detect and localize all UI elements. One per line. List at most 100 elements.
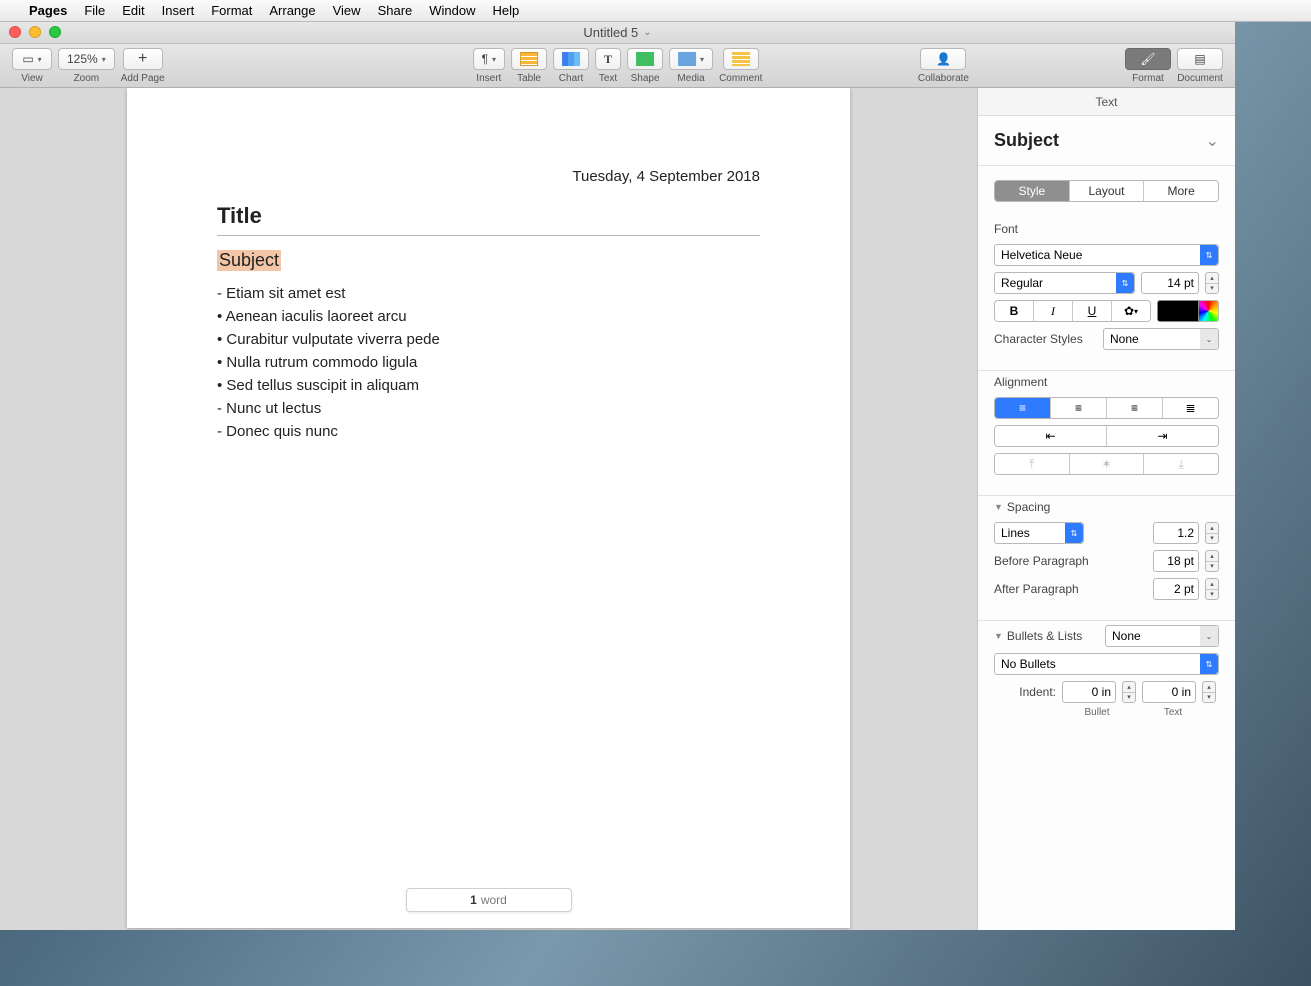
window-close-button[interactable]	[9, 26, 21, 38]
menu-share[interactable]: Share	[378, 3, 413, 18]
list-item[interactable]: Sed tellus suscipit in aliquam	[217, 377, 760, 394]
char-styles-label: Character Styles	[994, 332, 1097, 346]
align-center-button[interactable]: ≡	[1051, 398, 1107, 418]
italic-button[interactable]: I	[1034, 301, 1073, 321]
menu-edit[interactable]: Edit	[122, 3, 144, 18]
toolbar: ▭▾ View 125%▾ Zoom + Add Page ¶ ▾Insert …	[0, 44, 1235, 88]
indent-button[interactable]: ⇥	[1107, 426, 1218, 446]
indent-label: Indent:	[994, 685, 1056, 699]
bullets-section-label[interactable]: ▼Bullets & Lists	[994, 629, 1099, 643]
collaborate-button[interactable]: 👤	[920, 48, 966, 70]
font-size-field[interactable]: 14 pt	[1141, 272, 1199, 294]
inspector-tab-text[interactable]: Text	[978, 88, 1235, 116]
align-left-button[interactable]: ≡	[995, 398, 1051, 418]
outdent-button[interactable]: ⇤	[995, 426, 1107, 446]
paragraph-style-chevron-icon[interactable]: ⌄	[1206, 131, 1219, 151]
format-button[interactable]: 🖌	[1125, 48, 1171, 70]
comment-button[interactable]	[723, 48, 759, 70]
shape-button[interactable]	[627, 48, 663, 70]
underline-button[interactable]: U	[1073, 301, 1112, 321]
doc-body[interactable]: Etiam sit amet est Aenean iaculis laoreet…	[217, 285, 760, 440]
before-para-field[interactable]: 18 pt	[1153, 550, 1199, 572]
add-page-button[interactable]: +	[123, 48, 163, 70]
list-item[interactable]: Nulla rutrum commodo ligula	[217, 354, 760, 371]
subtab-style[interactable]: Style	[995, 181, 1070, 201]
menu-window[interactable]: Window	[429, 3, 475, 18]
before-para-stepper[interactable]: ▴▾	[1205, 550, 1219, 572]
subtab-layout[interactable]: Layout	[1070, 181, 1145, 201]
text-button[interactable]: T	[595, 48, 621, 70]
menu-help[interactable]: Help	[493, 3, 520, 18]
menu-file[interactable]: File	[84, 3, 105, 18]
insert-button[interactable]: ¶ ▾	[473, 48, 505, 70]
font-family-select[interactable]: Helvetica Neue⇅	[994, 244, 1219, 266]
align-right-button[interactable]: ≡	[1107, 398, 1163, 418]
document-canvas[interactable]: Tuesday, 4 September 2018 Title Subject …	[0, 88, 977, 930]
paragraph-style-name[interactable]: Subject	[994, 130, 1059, 151]
text-color-wheel-button[interactable]	[1199, 300, 1219, 322]
media-button[interactable]: ▾	[669, 48, 713, 70]
list-item[interactable]: Aenean iaculis laoreet arcu	[217, 308, 760, 325]
menu-arrange[interactable]: Arrange	[269, 3, 315, 18]
chart-button[interactable]	[553, 48, 589, 70]
font-style-select[interactable]: Regular⇅	[994, 272, 1135, 294]
after-para-label: After Paragraph	[994, 582, 1147, 596]
text-indent-stepper[interactable]: ▴▾	[1202, 681, 1216, 703]
after-para-field[interactable]: 2 pt	[1153, 578, 1199, 600]
menu-format[interactable]: Format	[211, 3, 252, 18]
valign-top-button[interactable]: ⤒	[995, 454, 1070, 474]
list-item[interactable]: Donec quis nunc	[217, 423, 760, 440]
title-dropdown-icon[interactable]: ⌄	[643, 27, 651, 38]
word-count-pill[interactable]: 1word	[406, 888, 572, 912]
char-styles-select[interactable]: None⌄	[1103, 328, 1219, 350]
window-title[interactable]: Untitled 5	[583, 25, 638, 40]
text-sublabel: Text	[1138, 707, 1208, 718]
bold-button[interactable]: B	[995, 301, 1034, 321]
list-item[interactable]: Nunc ut lectus	[217, 400, 760, 417]
mac-menubar: Pages File Edit Insert Format Arrange Vi…	[0, 0, 1311, 22]
font-section-label: Font	[994, 222, 1219, 236]
bullet-sublabel: Bullet	[1062, 707, 1132, 718]
doc-subject-selected[interactable]: Subject	[217, 250, 281, 271]
page[interactable]: Tuesday, 4 September 2018 Title Subject …	[127, 88, 850, 928]
valign-bottom-button[interactable]: ⤓	[1144, 454, 1218, 474]
pages-window: Untitled 5 ⌄ ▭▾ View 125%▾ Zoom + Add Pa…	[0, 22, 1235, 930]
font-size-stepper[interactable]: ▴▾	[1205, 272, 1219, 294]
align-justify-button[interactable]: ≣	[1163, 398, 1218, 418]
text-indent-field[interactable]: 0 in	[1142, 681, 1196, 703]
menu-insert[interactable]: Insert	[162, 3, 195, 18]
spacing-value-field[interactable]: 1.2	[1153, 522, 1199, 544]
list-item[interactable]: Curabitur vulputate viverra pede	[217, 331, 760, 348]
inspector-subtabs: Style Layout More	[994, 180, 1219, 202]
subtab-more[interactable]: More	[1144, 181, 1218, 201]
bullet-indent-field[interactable]: 0 in	[1062, 681, 1116, 703]
window-minimize-button[interactable]	[29, 26, 41, 38]
add-page-label: Add Page	[121, 73, 165, 84]
before-para-label: Before Paragraph	[994, 554, 1147, 568]
text-color-swatch[interactable]	[1157, 300, 1199, 322]
spacing-section-label[interactable]: ▼Spacing	[994, 500, 1219, 514]
doc-title[interactable]: Title	[217, 203, 760, 229]
document-button[interactable]: ▤	[1177, 48, 1223, 70]
menu-view[interactable]: View	[333, 3, 361, 18]
window-zoom-button[interactable]	[49, 26, 61, 38]
valign-middle-button[interactable]: ✶	[1070, 454, 1145, 474]
bullet-indent-stepper[interactable]: ▴▾	[1122, 681, 1136, 703]
list-item[interactable]: Etiam sit amet est	[217, 285, 760, 302]
zoom-selector[interactable]: 125%▾	[58, 48, 115, 70]
advanced-font-button[interactable]: ✿▾	[1112, 301, 1150, 321]
bullets-preset-select[interactable]: None⌄	[1105, 625, 1219, 647]
view-button[interactable]: ▭▾	[12, 48, 52, 70]
bullets-type-select[interactable]: No Bullets⇅	[994, 653, 1219, 675]
app-menu[interactable]: Pages	[29, 3, 67, 18]
spacing-mode-select[interactable]: Lines⇅	[994, 522, 1084, 544]
window-titlebar: Untitled 5 ⌄	[0, 22, 1235, 44]
title-rule	[217, 235, 760, 236]
zoom-label: Zoom	[74, 73, 100, 84]
table-button[interactable]	[511, 48, 547, 70]
after-para-stepper[interactable]: ▴▾	[1205, 578, 1219, 600]
spacing-value-stepper[interactable]: ▴▾	[1205, 522, 1219, 544]
view-label: View	[21, 73, 43, 84]
alignment-section-label: Alignment	[994, 375, 1219, 389]
doc-date[interactable]: Tuesday, 4 September 2018	[217, 168, 760, 185]
